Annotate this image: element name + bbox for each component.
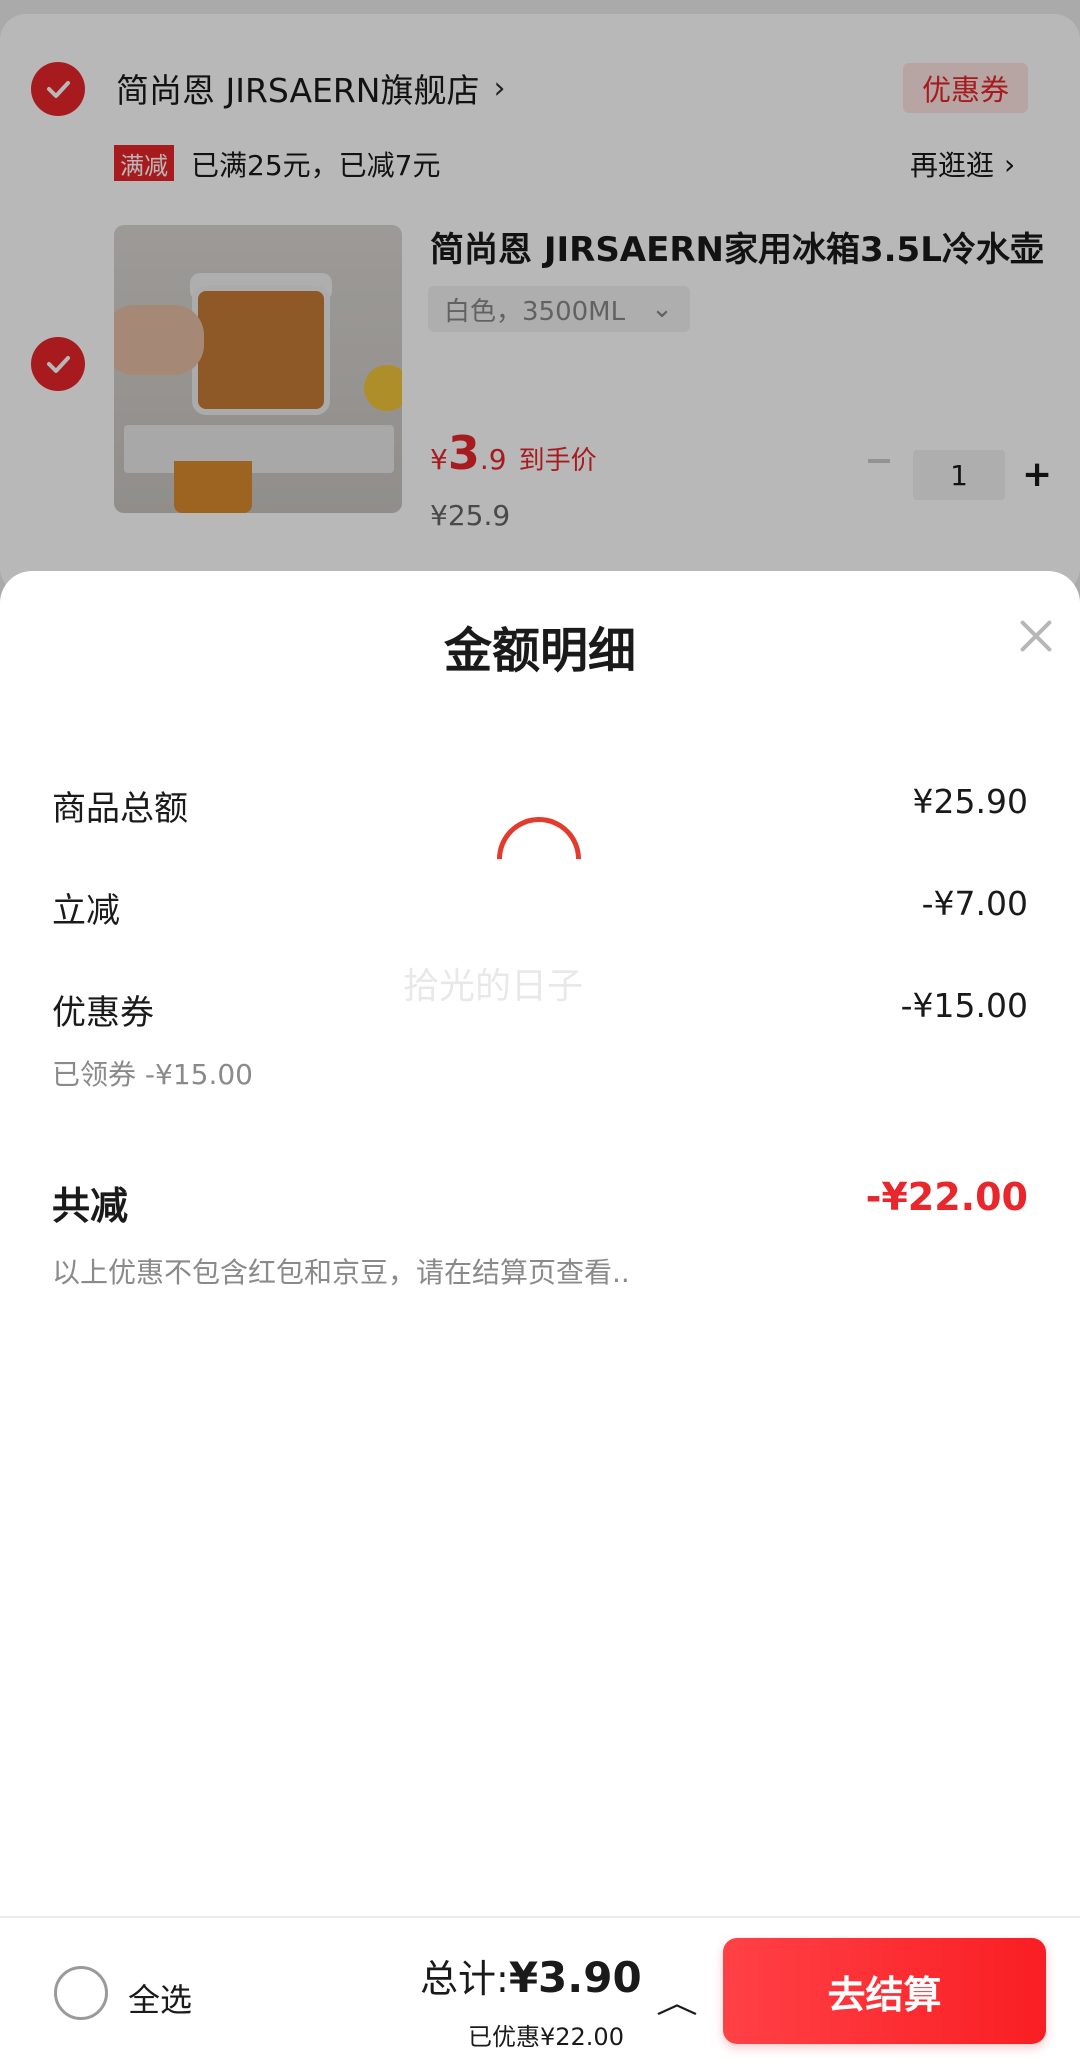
row-sub-coupon: 已领券 -¥15.00 bbox=[52, 1058, 253, 1091]
checkout-button[interactable]: 去结算 bbox=[723, 1938, 1046, 2044]
total-discount-label: 共减 bbox=[52, 1184, 129, 1228]
discount-note: 以上优惠不包含红包和京豆，请在结算页查看.. bbox=[52, 1256, 630, 1289]
row-label-coupon: 优惠券 bbox=[52, 993, 154, 1033]
row-value-coupon: -¥15.00 bbox=[900, 986, 1028, 1025]
total-line: 总计: ¥3.90 bbox=[420, 1948, 642, 2003]
checkout-bar: 全选 总计: ¥3.90 已优惠¥22.00 ︿ 去结算 bbox=[0, 1916, 1080, 2059]
select-all-label[interactable]: 全选 bbox=[128, 1975, 192, 2021]
radio-unchecked-icon[interactable] bbox=[54, 1966, 108, 2020]
total-amount: ¥3.90 bbox=[508, 1953, 642, 2002]
total-discount-value: -¥22.00 bbox=[865, 1175, 1028, 1219]
amount-detail-sheet: 金额明细 商品总额 ¥25.90 立减 -¥7.00 优惠券 -¥15.00 已… bbox=[0, 571, 1080, 1911]
row-value-instant-discount: -¥7.00 bbox=[921, 884, 1028, 923]
total-label: 总计: bbox=[420, 1957, 509, 2001]
modal-overlay[interactable] bbox=[0, 0, 1080, 620]
sheet-title: 金额明细 bbox=[443, 623, 636, 679]
row-label-subtotal: 商品总额 bbox=[52, 789, 188, 829]
chevron-up-icon[interactable]: ︿ bbox=[656, 1978, 698, 2022]
row-label-instant-discount: 立减 bbox=[52, 891, 120, 931]
saved-amount: 已优惠¥22.00 bbox=[468, 2023, 624, 2051]
close-icon[interactable] bbox=[1018, 618, 1054, 654]
watermark: 拾光的日子 bbox=[403, 966, 584, 1007]
row-value-subtotal: ¥25.90 bbox=[912, 782, 1028, 821]
